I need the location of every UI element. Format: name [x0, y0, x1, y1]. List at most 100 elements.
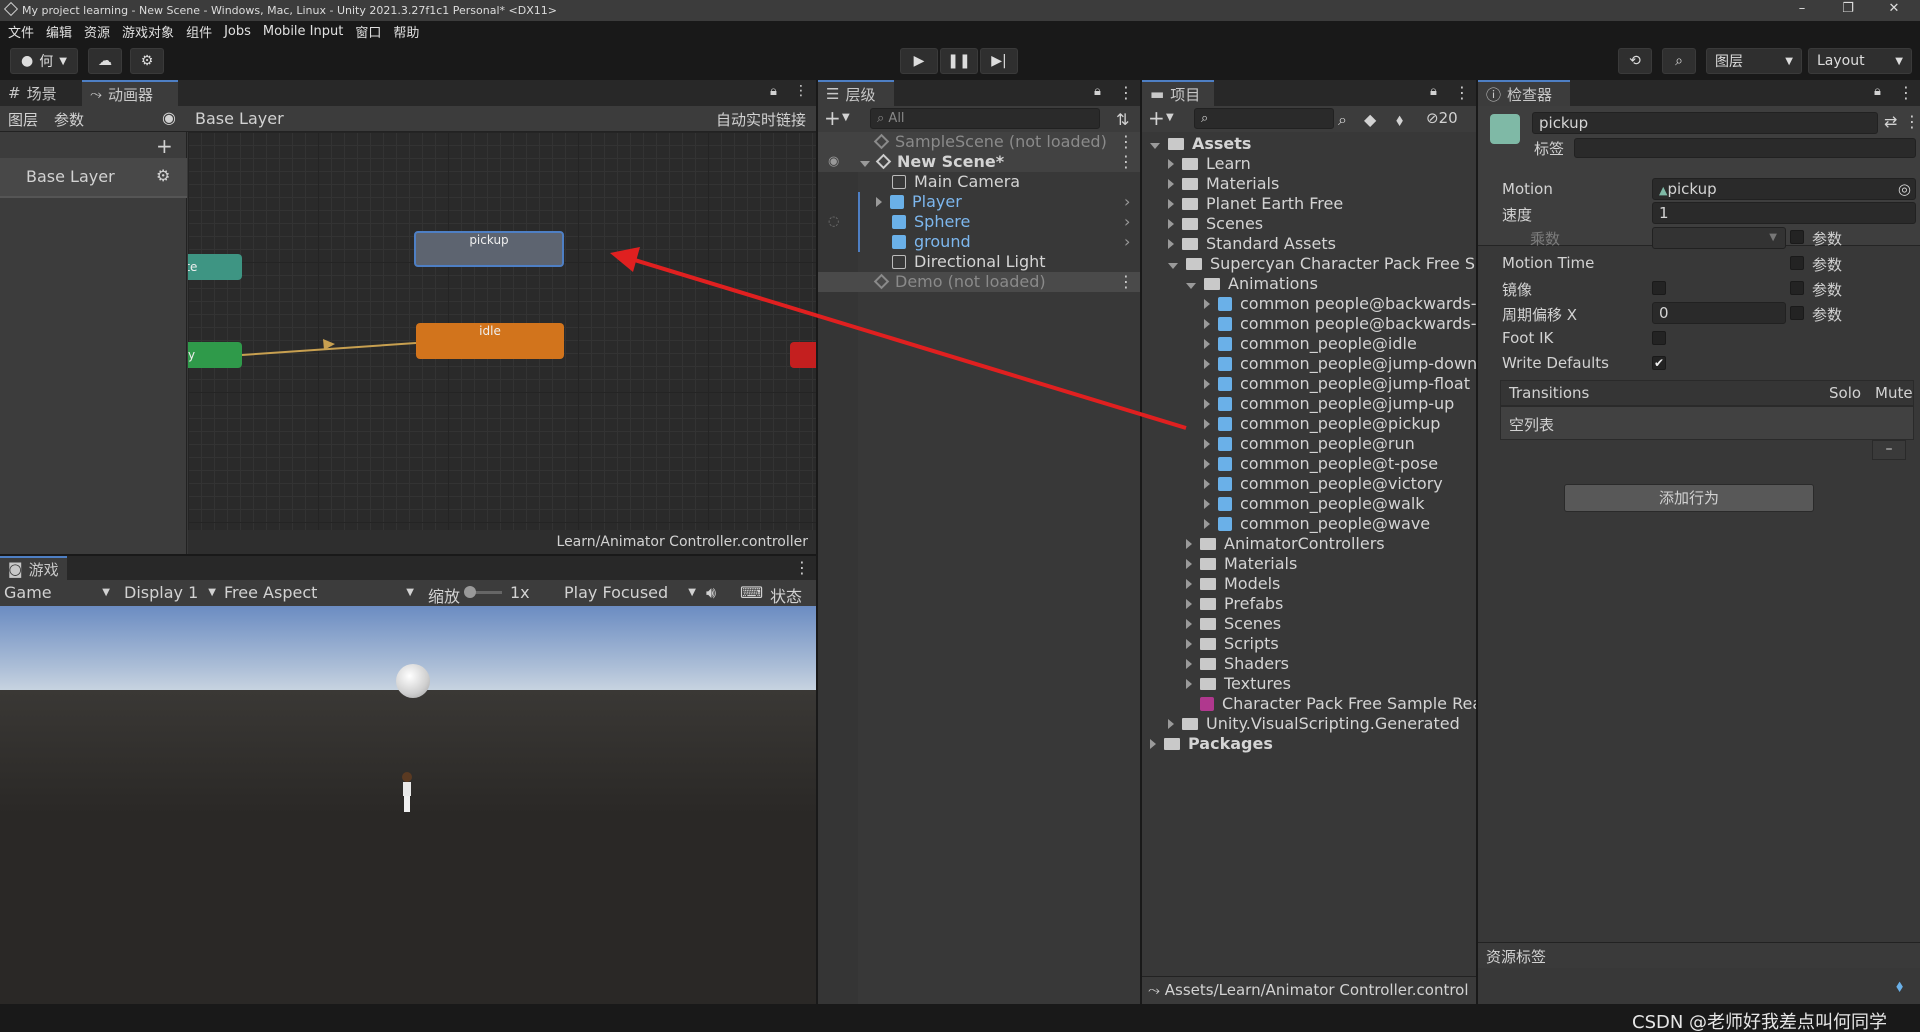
tab-layers[interactable]: 图层: [8, 109, 38, 130]
scale-slider[interactable]: [464, 586, 502, 598]
collab-button[interactable]: ⚙: [130, 48, 164, 74]
play-mode-dropdown[interactable]: Play Focused ▼: [564, 583, 696, 602]
project-search-input[interactable]: ⌕: [1194, 108, 1334, 129]
expand-icon[interactable]: [1168, 199, 1174, 209]
more-icon[interactable]: ⋮: [1118, 152, 1134, 171]
more-icon[interactable]: ⋮: [1118, 132, 1134, 151]
lock-icon[interactable]: 🔒︎: [770, 84, 777, 99]
cycle-offset-input[interactable]: 0: [1652, 302, 1786, 324]
step-button[interactable]: ▶|: [980, 48, 1018, 74]
game-view-dropdown[interactable]: Game ▼: [4, 583, 110, 602]
hierarchy-item-main-camera[interactable]: Main Camera: [892, 172, 1020, 192]
project-item[interactable]: Planet Earth Free: [1168, 194, 1343, 214]
mirror-param-checkbox[interactable]: [1790, 281, 1804, 295]
write-defaults-checkbox[interactable]: ✔: [1652, 356, 1666, 370]
cloud-button[interactable]: ☁: [88, 48, 122, 74]
minimize-button[interactable]: –: [1782, 1, 1822, 16]
expand-icon[interactable]: [1204, 419, 1210, 429]
play-button[interactable]: ▶: [900, 48, 938, 74]
menu-component[interactable]: 组件: [186, 22, 212, 41]
project-item[interactable]: common_people@run: [1204, 434, 1415, 454]
expand-icon[interactable]: [1168, 219, 1174, 229]
expand-icon[interactable]: [1186, 659, 1192, 669]
chevron-right-icon[interactable]: ›: [1124, 192, 1130, 211]
expand-icon[interactable]: [1186, 679, 1192, 689]
animator-graph[interactable]: ate pickup y idle: [188, 132, 816, 530]
layer-item[interactable]: Base Layer ⚙: [0, 158, 187, 198]
add-behaviour-button[interactable]: 添加行为: [1564, 484, 1814, 512]
expand-icon[interactable]: [1186, 619, 1192, 629]
layout-dropdown[interactable]: Layout ▼: [1808, 48, 1912, 74]
project-item[interactable]: Prefabs: [1186, 594, 1283, 614]
project-item[interactable]: Scripts: [1186, 634, 1279, 654]
game-viewport[interactable]: [0, 606, 816, 1004]
add-layer-button[interactable]: +: [156, 134, 173, 158]
project-item[interactable]: common people@backwards-wa: [1204, 314, 1476, 334]
hidden-packages-toggle[interactable]: ⊘20: [1426, 109, 1458, 127]
tab-project[interactable]: ▬ 项目: [1142, 80, 1214, 106]
expand-icon[interactable]: [1150, 739, 1156, 749]
expand-icon[interactable]: [1204, 359, 1210, 369]
expand-icon[interactable]: [1204, 459, 1210, 469]
sort-icon[interactable]: ⇅: [1116, 110, 1129, 129]
more-icon[interactable]: ⋮: [1118, 83, 1134, 102]
project-item[interactable]: Assets: [1150, 134, 1251, 154]
project-item[interactable]: common people@backwards-ru: [1204, 294, 1476, 314]
motion-field[interactable]: ▲pickup ◎: [1652, 178, 1916, 200]
restore-button[interactable]: ❐: [1828, 1, 1868, 16]
add-button[interactable]: +: [824, 106, 841, 130]
eye-icon[interactable]: ◉: [162, 108, 176, 127]
expand-icon[interactable]: [1186, 639, 1192, 649]
project-item[interactable]: Learn: [1168, 154, 1251, 174]
project-item[interactable]: Packages: [1150, 734, 1273, 754]
more-icon[interactable]: ⋮: [794, 558, 810, 577]
mirror-checkbox[interactable]: [1652, 281, 1666, 295]
expand-icon[interactable]: [1186, 579, 1192, 589]
expand-icon[interactable]: [1186, 539, 1192, 549]
layers-dropdown[interactable]: 图层 ▼: [1706, 48, 1802, 74]
menu-file[interactable]: 文件: [8, 22, 34, 41]
stats-button[interactable]: 状态: [770, 583, 802, 607]
project-item[interactable]: common_people@pickup: [1204, 414, 1440, 434]
history-button[interactable]: ⟲: [1618, 48, 1652, 74]
project-item[interactable]: Shaders: [1186, 654, 1289, 674]
menu-mobile-input[interactable]: Mobile Input: [263, 24, 343, 39]
hierarchy-item-player[interactable]: Player: [876, 192, 962, 212]
menu-jobs[interactable]: Jobs: [224, 24, 251, 39]
add-button[interactable]: +: [1148, 106, 1165, 130]
remove-transition-button[interactable]: –: [1872, 440, 1906, 460]
expand-icon[interactable]: [1204, 339, 1210, 349]
breadcrumb[interactable]: Base Layer: [195, 109, 284, 128]
hidden-eye-icon[interactable]: ◌: [828, 214, 839, 229]
expand-icon[interactable]: [860, 161, 870, 167]
expand-icon[interactable]: [1186, 559, 1192, 569]
menu-gameobject[interactable]: 游戏对象: [122, 22, 174, 41]
expand-icon[interactable]: [1204, 299, 1210, 309]
tab-scene[interactable]: # 场景: [0, 80, 65, 106]
more-icon[interactable]: ⋮: [1118, 272, 1134, 291]
speed-input[interactable]: 1: [1652, 202, 1916, 224]
menu-edit[interactable]: 编辑: [46, 22, 72, 41]
collapse-icon[interactable]: [1186, 283, 1196, 289]
expand-icon[interactable]: [876, 197, 882, 207]
project-item[interactable]: Animations: [1186, 274, 1318, 294]
label-filter-icon[interactable]: ⬧: [1396, 110, 1403, 130]
hierarchy-search-input[interactable]: ⌕ All: [870, 108, 1100, 129]
expand-icon[interactable]: [1168, 179, 1174, 189]
project-item[interactable]: Models: [1186, 574, 1280, 594]
collapse-icon[interactable]: [1150, 143, 1160, 149]
tab-animator[interactable]: ⤳ 动画器: [82, 80, 178, 106]
display-dropdown[interactable]: Display 1 ▼: [124, 583, 216, 602]
search-filter-icon[interactable]: ⌕: [1338, 110, 1347, 130]
project-item[interactable]: common_people@jump-down: [1204, 354, 1476, 374]
project-item[interactable]: Materials: [1168, 174, 1279, 194]
project-item[interactable]: Materials: [1186, 554, 1297, 574]
project-item[interactable]: Unity.VisualScripting.Generated: [1168, 714, 1460, 734]
foot-ik-checkbox[interactable]: [1652, 331, 1666, 345]
project-item[interactable]: common_people@jump-float: [1204, 374, 1470, 394]
scale-slider-handle[interactable]: [464, 586, 476, 598]
more-icon[interactable]: ⋮: [794, 83, 808, 99]
tab-parameters[interactable]: 参数: [54, 109, 84, 130]
chevron-right-icon[interactable]: ›: [1124, 212, 1130, 231]
state-name-input[interactable]: pickup: [1532, 112, 1878, 134]
